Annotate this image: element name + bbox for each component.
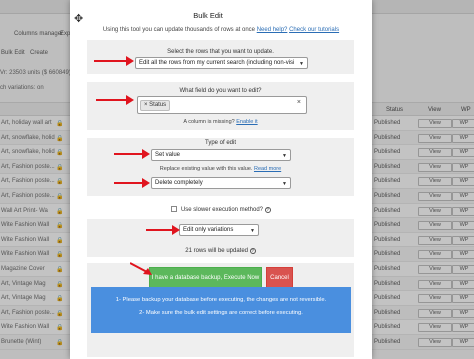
arrow-icon — [114, 178, 150, 188]
info-line-2: 2- Make sure the bulk edit settings are … — [139, 310, 303, 316]
variations-panel: Edit only variations ▼ 21 rows will be u… — [87, 219, 354, 257]
slower-method-row: Use slower execution method? ? — [70, 206, 372, 213]
edit-type-value: Set value — [155, 152, 181, 158]
chevron-down-icon: ▼ — [282, 153, 287, 159]
warning-info-box: 1- Please backup your database before ex… — [91, 287, 351, 333]
help-icon[interactable]: ? — [264, 207, 271, 213]
edit-type-label: Type of edit — [204, 140, 237, 146]
execute-button[interactable]: I have a database backup, Execute Now — [149, 267, 262, 288]
variations-select[interactable]: Edit only variations ▼ — [179, 224, 259, 236]
arrow-icon — [114, 149, 150, 159]
tutorials-link[interactable]: Check our tutorials — [289, 27, 339, 33]
missing-column-note: A column is missing? Enable it — [87, 119, 354, 125]
modal-title: Bulk Edit — [193, 11, 223, 20]
description-text: Using this tool you can update thousands… — [102, 27, 256, 33]
enable-it-link[interactable]: Enable it — [236, 119, 257, 125]
rows-select[interactable]: Edit all the rows from my current search… — [135, 57, 308, 69]
arrow-icon — [94, 56, 134, 66]
clear-icon[interactable]: × — [297, 99, 301, 106]
arrow-icon — [96, 95, 134, 105]
bulk-edit-modal: ✥ Bulk Edit Using this tool you can upda… — [70, 0, 372, 359]
missing-note-text: A column is missing? — [183, 119, 235, 125]
help-link[interactable]: Need help? — [257, 27, 288, 33]
field-label: What field do you want to edit? — [179, 88, 262, 94]
field-panel: What field do you want to edit? × Status… — [87, 82, 354, 130]
edit-type-select[interactable]: Set value ▼ — [151, 149, 291, 161]
rows-count: 21 rows will be updated ? — [87, 248, 354, 254]
value-select-value: Delete completely — [155, 180, 203, 186]
read-more-link[interactable]: Read more — [254, 166, 281, 172]
rows-label: Select the rows that you want to update. — [167, 49, 274, 55]
help-icon[interactable]: ? — [249, 248, 256, 254]
cancel-button[interactable]: Cancel — [266, 267, 293, 288]
value-select[interactable]: Delete completely ▼ — [151, 177, 291, 189]
rows-count-text: 21 rows will be updated — [185, 248, 249, 254]
replace-note: Replace existing value with this value. … — [87, 166, 354, 172]
slower-method-checkbox[interactable] — [171, 206, 178, 212]
modal-description: Using this tool you can update thousands… — [70, 27, 372, 33]
chevron-down-icon: ▼ — [250, 228, 255, 234]
status-tag[interactable]: × Status — [140, 100, 171, 111]
replace-note-text: Replace existing value with this value. — [159, 166, 253, 172]
arrow-icon — [146, 225, 180, 235]
arrow-icon — [129, 262, 154, 276]
chevron-down-icon: ▼ — [299, 61, 304, 67]
field-tag-input[interactable]: × Status × — [137, 96, 307, 114]
chevron-down-icon: ▼ — [282, 181, 287, 187]
variations-select-value: Edit only variations — [183, 227, 234, 233]
info-line-1: 1- Please backup your database before ex… — [115, 297, 327, 303]
rows-select-value: Edit all the rows from my current search… — [139, 60, 295, 66]
slower-method-label: Use slower execution method? — [180, 207, 264, 213]
